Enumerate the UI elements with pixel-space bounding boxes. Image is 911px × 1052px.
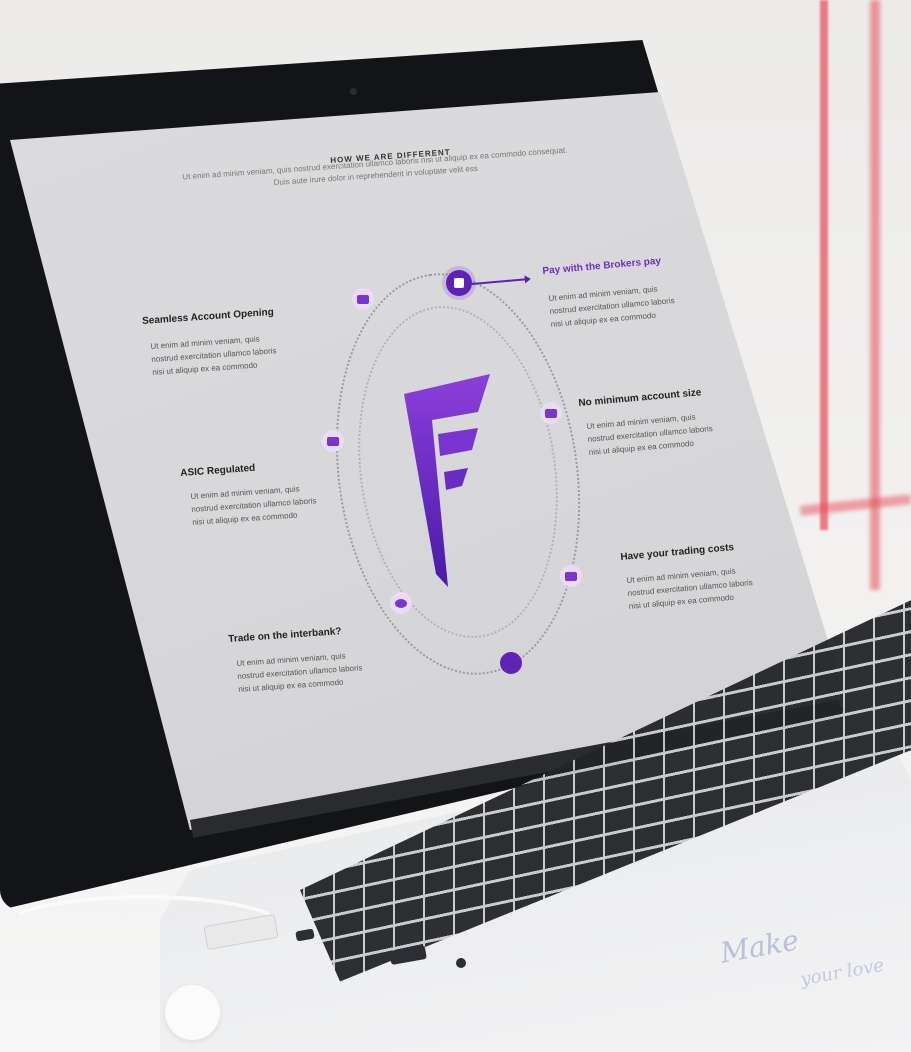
cycle-icon[interactable] bbox=[390, 592, 412, 614]
feature-desc-interbank: Ut enim ad minim veniam, quis nostrud ex… bbox=[236, 651, 363, 694]
user-card-icon[interactable] bbox=[446, 270, 472, 296]
calculator-icon[interactable] bbox=[322, 430, 344, 452]
connector-arrow bbox=[471, 278, 528, 285]
money-icon[interactable] bbox=[540, 402, 562, 424]
headphone-port bbox=[456, 958, 466, 968]
feature-desc-brokers-pay: Ut enim ad minim veniam, quis nostrud ex… bbox=[548, 284, 676, 329]
feature-desc-trading-costs: Ut enim ad minim veniam, quis nostrud ex… bbox=[626, 566, 754, 611]
brand-logo-f bbox=[404, 374, 490, 587]
feature-title-seamless-account: Seamless Account Opening bbox=[142, 306, 274, 327]
feature-desc-minimum-account: Ut enim ad minim veniam, quis nostrud ex… bbox=[586, 412, 714, 457]
feature-title-trading-costs: Have your trading costs bbox=[620, 542, 735, 563]
feature-title-minimum-account: No minimum account size bbox=[578, 387, 702, 409]
orbit-dot bbox=[500, 652, 522, 674]
feature-desc-seamless-account: Ut enim ad minim veniam, quis nostrud ex… bbox=[150, 334, 277, 377]
charging-cable bbox=[0, 895, 288, 963]
feature-title-interbank: Trade on the interbank? bbox=[228, 626, 342, 645]
earbud bbox=[165, 985, 220, 1040]
feature-desc-asic: Ut enim ad minim veniam, quis nostrud ex… bbox=[190, 484, 317, 527]
id-card-icon[interactable] bbox=[352, 288, 374, 310]
chart-icon[interactable] bbox=[560, 565, 582, 587]
feature-title-asic: ASIC Regulated bbox=[180, 462, 256, 479]
webcam bbox=[350, 88, 357, 95]
feature-title-brokers-pay: Pay with the Brokers pay bbox=[542, 255, 662, 277]
